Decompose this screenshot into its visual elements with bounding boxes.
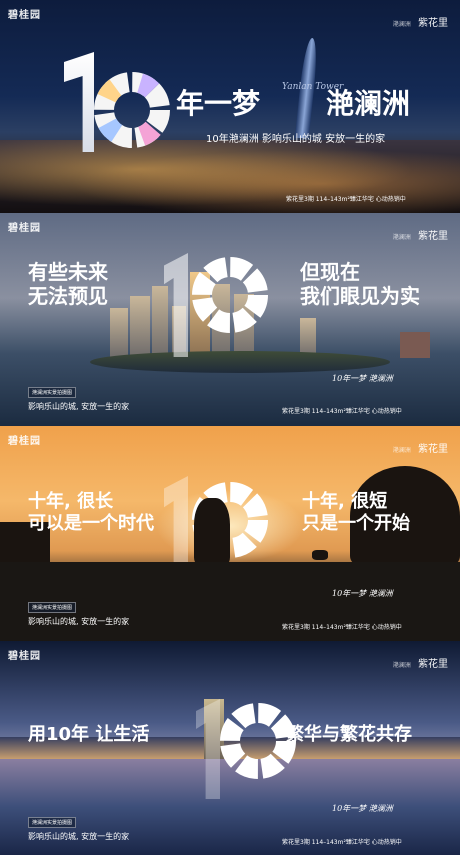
signature: 10年一梦 滟澜洲 bbox=[332, 374, 393, 383]
big-one-digit bbox=[64, 52, 94, 152]
brand-logo-right: 滟澜洲 紫花里 bbox=[393, 227, 448, 242]
dog-silhouette bbox=[312, 550, 328, 560]
brand-logo-right-small: 滟澜洲 bbox=[392, 234, 411, 241]
brand-logo-right: 滟澜洲 紫花里 bbox=[393, 440, 448, 455]
photo-tag: 滟澜洲实景拍摄图 bbox=[28, 387, 77, 398]
headline-right-line2: 只是一个开始 bbox=[302, 513, 410, 534]
headline-left-line2: 可以是一个时代 bbox=[28, 513, 154, 534]
banner-panel-4: 碧桂园 滟澜洲 紫花里 用10年 让生活 繁华与繁花共存 滟澜洲实景拍摄图 影响… bbox=[0, 641, 460, 855]
tagline: 10年滟澜洲 影响乐山的城 安放一生的家 bbox=[206, 134, 386, 145]
headline-year-dream: 年一梦 bbox=[176, 87, 261, 120]
photo-tag: 滟澜洲实景拍摄图 bbox=[28, 817, 77, 828]
skyline bbox=[100, 263, 440, 358]
photo-tag: 滟澜洲实景拍摄图 bbox=[28, 602, 77, 613]
headline-right-line1: 但现在 bbox=[300, 260, 360, 284]
project-info: 紫花里3期 114–143m²臻江华宅 心动热销中 bbox=[286, 196, 406, 203]
brand-logo-right: 滟澜洲 紫花里 bbox=[393, 14, 448, 29]
signature: 10年一梦 滟澜洲 bbox=[332, 589, 393, 598]
brand-logo-right-small: 滟澜洲 bbox=[392, 21, 411, 28]
headline-right: 繁华与繁花共存 bbox=[286, 724, 412, 745]
slogan: 影响乐山的城, 安放一生的家 bbox=[28, 402, 130, 411]
brand-logo-right: 滟澜洲 紫花里 bbox=[393, 655, 448, 670]
brand-logo-left: 碧桂园 bbox=[8, 10, 41, 21]
brand-logo-right-name: 紫花里 bbox=[418, 231, 448, 242]
project-info: 紫花里3期 114–143m²臻江华宅 心动热销中 bbox=[282, 408, 402, 415]
headline-left-line1: 有些未来 bbox=[28, 260, 108, 284]
ring-zero-graphic bbox=[192, 257, 268, 333]
headline-left-line1: 十年, 很长 bbox=[28, 491, 114, 512]
banner-panel-2: 碧桂园 滟澜洲 紫花里 有些未来 无法预见 但现在 我们眼见为实 滟澜洲实景拍摄… bbox=[0, 213, 460, 426]
signature: 10年一梦 滟澜洲 bbox=[332, 804, 393, 813]
brand-logo-right-small: 滟澜洲 bbox=[392, 447, 411, 454]
brand-logo-left: 碧桂园 bbox=[8, 223, 41, 234]
headline-right-line1: 十年, 很短 bbox=[302, 491, 388, 512]
couple-silhouette bbox=[194, 498, 230, 564]
ring-zero-graphic bbox=[94, 72, 170, 148]
brand-logo-right-name: 紫花里 bbox=[418, 659, 448, 670]
banner-panel-3: 碧桂园 滟澜洲 紫花里 十年, 很长 可以是一个时代 十年, 很短 只是一个开始… bbox=[0, 426, 460, 641]
brand-logo-left: 碧桂园 bbox=[8, 651, 41, 662]
brand-logo-right-name: 紫花里 bbox=[418, 444, 448, 455]
project-info: 紫花里3期 114–143m²臻江华宅 心动热销中 bbox=[282, 839, 402, 846]
slogan: 影响乐山的城, 安放一生的家 bbox=[28, 832, 130, 841]
slogan: 影响乐山的城, 安放一生的家 bbox=[28, 617, 130, 626]
headline-project-name: 滟澜洲 bbox=[326, 87, 411, 120]
banner-panel-1: 碧桂园 滟澜洲 紫花里 Yanlan Tower 年一梦 滟澜洲 10年滟澜洲 … bbox=[0, 0, 460, 213]
brand-logo-right-name: 紫花里 bbox=[418, 18, 448, 29]
headline-left: 用10年 让生活 bbox=[28, 724, 150, 745]
project-info: 紫花里3期 114–143m²臻江华宅 心动热销中 bbox=[282, 624, 402, 631]
headline-right-line2: 我们眼见为实 bbox=[300, 284, 420, 308]
headline-left-line2: 无法预见 bbox=[28, 284, 108, 308]
brand-logo-right-small: 滟澜洲 bbox=[392, 662, 411, 669]
river-bank bbox=[90, 351, 390, 373]
brand-logo-left: 碧桂园 bbox=[8, 436, 41, 447]
